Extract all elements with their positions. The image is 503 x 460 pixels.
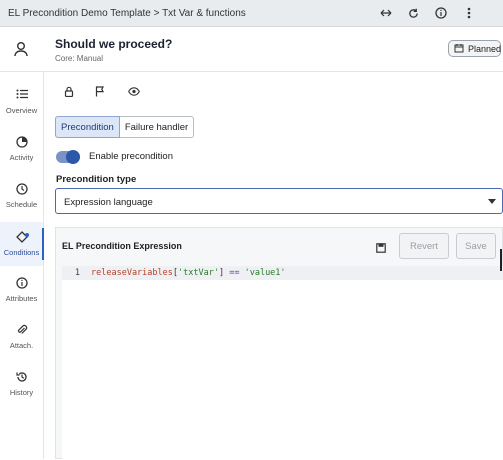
line-number: 1 bbox=[74, 268, 80, 278]
more-vertical-icon[interactable] bbox=[461, 5, 477, 21]
task-title: Should we proceed? bbox=[55, 37, 173, 51]
list-icon bbox=[16, 89, 28, 103]
enable-precondition-toggle[interactable] bbox=[56, 150, 80, 164]
nav-label: Attributes bbox=[5, 294, 38, 303]
task-header: Should we proceed? Core: Manual Planned bbox=[0, 27, 503, 72]
info-icon[interactable] bbox=[433, 5, 449, 21]
eye-icon[interactable] bbox=[127, 84, 141, 98]
paperclip-icon bbox=[16, 324, 28, 338]
nav-label: Activity bbox=[9, 153, 34, 162]
toggle-knob bbox=[66, 150, 80, 164]
save-file-icon[interactable] bbox=[376, 240, 386, 253]
expression-panel: EL Precondition Expression Revert Save 1… bbox=[55, 227, 503, 460]
window-titlebar: EL Precondition Demo Template > Txt Var … bbox=[0, 0, 503, 27]
calendar-icon bbox=[454, 43, 464, 55]
code-operator: == bbox=[229, 268, 240, 278]
nav-label: History bbox=[9, 388, 34, 397]
history-icon bbox=[15, 371, 28, 385]
nav-label: Overview bbox=[5, 106, 38, 115]
nav-label: Attach. bbox=[9, 341, 34, 350]
task-subtitle: Core: Manual bbox=[55, 54, 104, 63]
nav-item-attributes[interactable]: Attributes bbox=[0, 268, 43, 312]
precondition-type-label: Precondition type bbox=[56, 174, 137, 185]
text-cursor bbox=[500, 249, 502, 271]
tab-precondition[interactable]: Precondition bbox=[55, 116, 120, 138]
code-line[interactable]: releaseVariables['txtVar'] == 'value1' bbox=[91, 268, 286, 278]
revert-button[interactable]: Revert bbox=[399, 233, 449, 259]
code-bracket-close: ] bbox=[218, 268, 225, 278]
nav-item-schedule[interactable]: Schedule bbox=[0, 174, 43, 218]
nav-item-overview[interactable]: Overview bbox=[0, 80, 43, 124]
code-key: 'txtVar' bbox=[178, 268, 219, 278]
expression-panel-title: EL Precondition Expression bbox=[62, 241, 182, 251]
refresh-icon[interactable] bbox=[405, 5, 421, 21]
resize-horizontal-icon[interactable] bbox=[378, 5, 394, 21]
status-badge-label: Planned bbox=[468, 43, 502, 54]
tab-failure-handler[interactable]: Failure handler bbox=[119, 116, 195, 138]
select-value: Expression language bbox=[64, 197, 153, 208]
code-editor[interactable]: 1 releaseVariables['txtVar'] == 'value1' bbox=[62, 266, 503, 460]
nav-item-activity[interactable]: Activity bbox=[0, 127, 43, 171]
nav-label: Schedule bbox=[5, 200, 38, 209]
person-icon bbox=[12, 40, 30, 58]
save-button[interactable]: Save bbox=[456, 233, 496, 259]
main-content: Precondition Failure handler Enable prec… bbox=[44, 72, 503, 460]
activity-icon bbox=[15, 136, 28, 150]
status-badge: Planned bbox=[448, 40, 501, 57]
precondition-type-select[interactable]: Expression language bbox=[55, 188, 503, 214]
code-function: releaseVariables bbox=[91, 268, 173, 278]
nav-item-conditions[interactable]: Conditions bbox=[0, 222, 44, 266]
notification-dot bbox=[25, 233, 29, 237]
code-value: 'value1' bbox=[244, 268, 286, 278]
clock-icon bbox=[15, 183, 28, 197]
lock-icon[interactable] bbox=[62, 84, 76, 98]
toggle-label: Enable precondition bbox=[89, 151, 173, 162]
nav-item-attach[interactable]: Attach. bbox=[0, 315, 43, 359]
chevron-down-icon bbox=[488, 199, 496, 204]
flag-icon[interactable] bbox=[93, 84, 107, 98]
window-title: EL Precondition Demo Template > Txt Var … bbox=[8, 8, 246, 19]
side-navigation: Overview Activity Schedule Conditions At… bbox=[0, 72, 44, 459]
nav-item-history[interactable]: History bbox=[0, 362, 43, 406]
info-icon bbox=[15, 277, 28, 291]
nav-label: Conditions bbox=[3, 248, 40, 257]
condition-tabs: Precondition Failure handler bbox=[55, 116, 195, 138]
